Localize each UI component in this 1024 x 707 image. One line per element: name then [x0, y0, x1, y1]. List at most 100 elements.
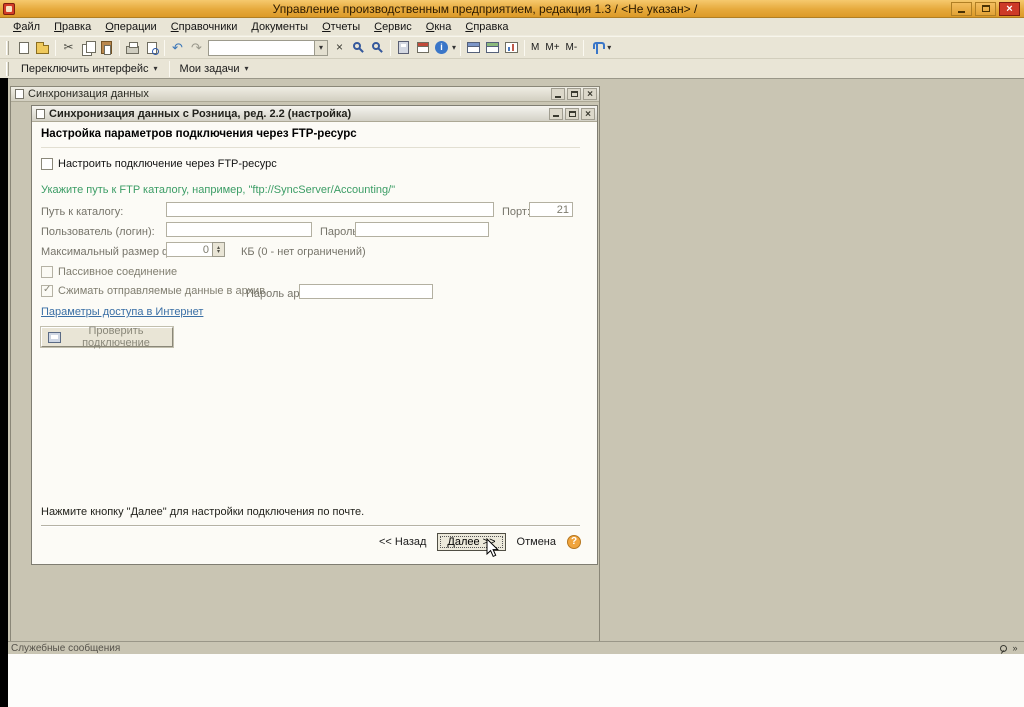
max-size-suffix: КБ (0 - нет ограничений): [241, 246, 366, 258]
chevron-down-icon[interactable]: ▾: [451, 43, 457, 52]
tools-button[interactable]: [587, 39, 606, 57]
close-button[interactable]: [581, 107, 595, 120]
toolbar-grip[interactable]: [6, 61, 9, 76]
memory-subtract-button[interactable]: М-: [563, 41, 581, 54]
maximize-button[interactable]: [565, 107, 579, 120]
chevron-down-icon[interactable]: ▾: [314, 40, 327, 55]
memory-recall-button[interactable]: М: [528, 41, 542, 54]
toolbar-search-combo: ▾: [208, 39, 328, 56]
service-messages-bar: Служебные сообщения: [8, 641, 1024, 654]
menu-item-reports[interactable]: Отчеты: [315, 19, 367, 35]
chevron-double-right-icon[interactable]: [1009, 643, 1021, 654]
compress-label: Сжимать отправляемые данные в архив: [58, 285, 266, 297]
chevron-down-icon[interactable]: ▾: [606, 43, 612, 52]
menu-item-operations[interactable]: Операции: [98, 19, 163, 35]
maximize-button[interactable]: [975, 1, 996, 16]
my-tasks-label: Мои задачи: [179, 62, 240, 75]
redo-button[interactable]: [187, 39, 206, 57]
new-document-button[interactable]: [14, 39, 33, 57]
open-button[interactable]: [33, 39, 52, 57]
back-button[interactable]: << Назад: [375, 534, 430, 550]
toolbar-grip[interactable]: [6, 40, 9, 55]
maximize-icon: [568, 110, 576, 117]
user-input: [166, 222, 312, 237]
app-title: Управление производственным предприятием…: [272, 1, 698, 16]
ftp-enable-label: Настроить подключение через FTP-ресурс: [58, 158, 277, 170]
sync-window-titlebar[interactable]: Синхронизация данных: [11, 87, 599, 102]
undo-button[interactable]: [168, 39, 187, 57]
switch-interface-button[interactable]: Переключить интерфейс ▾: [14, 61, 166, 77]
minimize-button[interactable]: [551, 88, 565, 100]
menu-item-service[interactable]: Сервис: [367, 19, 419, 35]
ftp-enable-checkbox[interactable]: [41, 158, 53, 170]
footer-hint: Нажмите кнопку "Далее" для настройки под…: [41, 506, 365, 518]
menu-item-edit[interactable]: Правка: [47, 19, 98, 35]
port-label: Порт:: [502, 206, 530, 218]
memory-add-button[interactable]: М+: [542, 41, 562, 54]
toolbar-separator: [524, 39, 526, 56]
ftp-enable-row: Настроить подключение через FTP-ресурс: [41, 158, 277, 170]
test-connection-button: Проверить подключение: [41, 325, 173, 349]
menu-item-documents[interactable]: Документы: [244, 19, 315, 35]
app-titlebar: Управление производственным предприятием…: [0, 0, 1024, 18]
service-messages-title: Служебные сообщения: [11, 642, 121, 654]
clear-icon: [336, 41, 343, 54]
maximize-icon: [570, 91, 578, 97]
maximize-button[interactable]: [567, 88, 581, 100]
find-button[interactable]: [349, 39, 368, 57]
path-input: [166, 202, 494, 217]
toolbar-separator: [55, 39, 56, 56]
table-green-icon: [486, 42, 500, 53]
window-icon: [15, 89, 24, 99]
print-button[interactable]: [123, 39, 142, 57]
toolbar-separator: [168, 60, 170, 77]
passive-row: Пассивное соединение: [41, 266, 177, 278]
menu-item-help[interactable]: Справка: [458, 19, 515, 35]
print-preview-button[interactable]: [142, 39, 161, 57]
close-icon: [587, 88, 593, 100]
page-title: Настройка параметров подключения через F…: [41, 128, 357, 140]
window-icon: [36, 108, 45, 119]
info-button[interactable]: [432, 39, 451, 57]
dialog-titlebar[interactable]: Синхронизация данных с Розница, ред. 2.2…: [32, 106, 597, 122]
help-button[interactable]: ?: [567, 535, 581, 549]
toolbar-search-input[interactable]: [209, 40, 314, 55]
table-document-button[interactable]: [464, 39, 483, 57]
mouse-cursor: [486, 537, 500, 561]
minimize-button[interactable]: [549, 107, 563, 120]
my-tasks-button[interactable]: Мои задачи ▾: [173, 61, 257, 77]
chart-button[interactable]: [502, 39, 521, 57]
find-next-icon: [372, 42, 380, 50]
test-connection-label: Проверить подключение: [82, 325, 150, 349]
chevron-down-icon: ▾: [244, 64, 249, 73]
internet-access-link[interactable]: Параметры доступа в Интернет: [41, 306, 203, 318]
toolbar-separator: [390, 39, 391, 56]
menu-item-windows[interactable]: Окна: [419, 19, 459, 35]
minimize-button[interactable]: [951, 1, 972, 16]
calendar-button[interactable]: [413, 39, 432, 57]
mdi-workspace: Синхронизация данных Синхронизация данны…: [8, 78, 1024, 642]
menu-item-catalogs[interactable]: Справочники: [164, 19, 245, 35]
main-toolbar: ▾ ▾ М М+ М- ▾: [0, 36, 1024, 58]
cancel-button[interactable]: Отмена: [513, 534, 560, 550]
pin-icon[interactable]: [997, 643, 1009, 654]
toolbar-separator: [583, 39, 585, 56]
close-button[interactable]: [583, 88, 597, 100]
user-label: Пользователь (логин):: [41, 226, 155, 238]
test-connection-icon: [48, 331, 61, 343]
menu-item-file[interactable]: Файл: [6, 19, 47, 35]
copy-button[interactable]: [78, 39, 97, 57]
wizard-buttons: << Назад Далее >> Отмена ?: [375, 532, 581, 552]
switch-interface-label: Переключить интерфейс: [21, 62, 149, 75]
paste-button[interactable]: [97, 39, 116, 57]
cut-button[interactable]: [59, 39, 78, 57]
table-settings-button[interactable]: [483, 39, 502, 57]
footer-divider: [41, 525, 580, 527]
find-next-button[interactable]: [368, 39, 387, 57]
close-icon: [585, 108, 591, 120]
passive-label: Пассивное соединение: [58, 266, 178, 278]
clear-search-button[interactable]: [330, 39, 349, 57]
service-messages-body: [8, 654, 1024, 707]
close-button[interactable]: [999, 1, 1020, 16]
calculator-button[interactable]: [394, 39, 413, 57]
